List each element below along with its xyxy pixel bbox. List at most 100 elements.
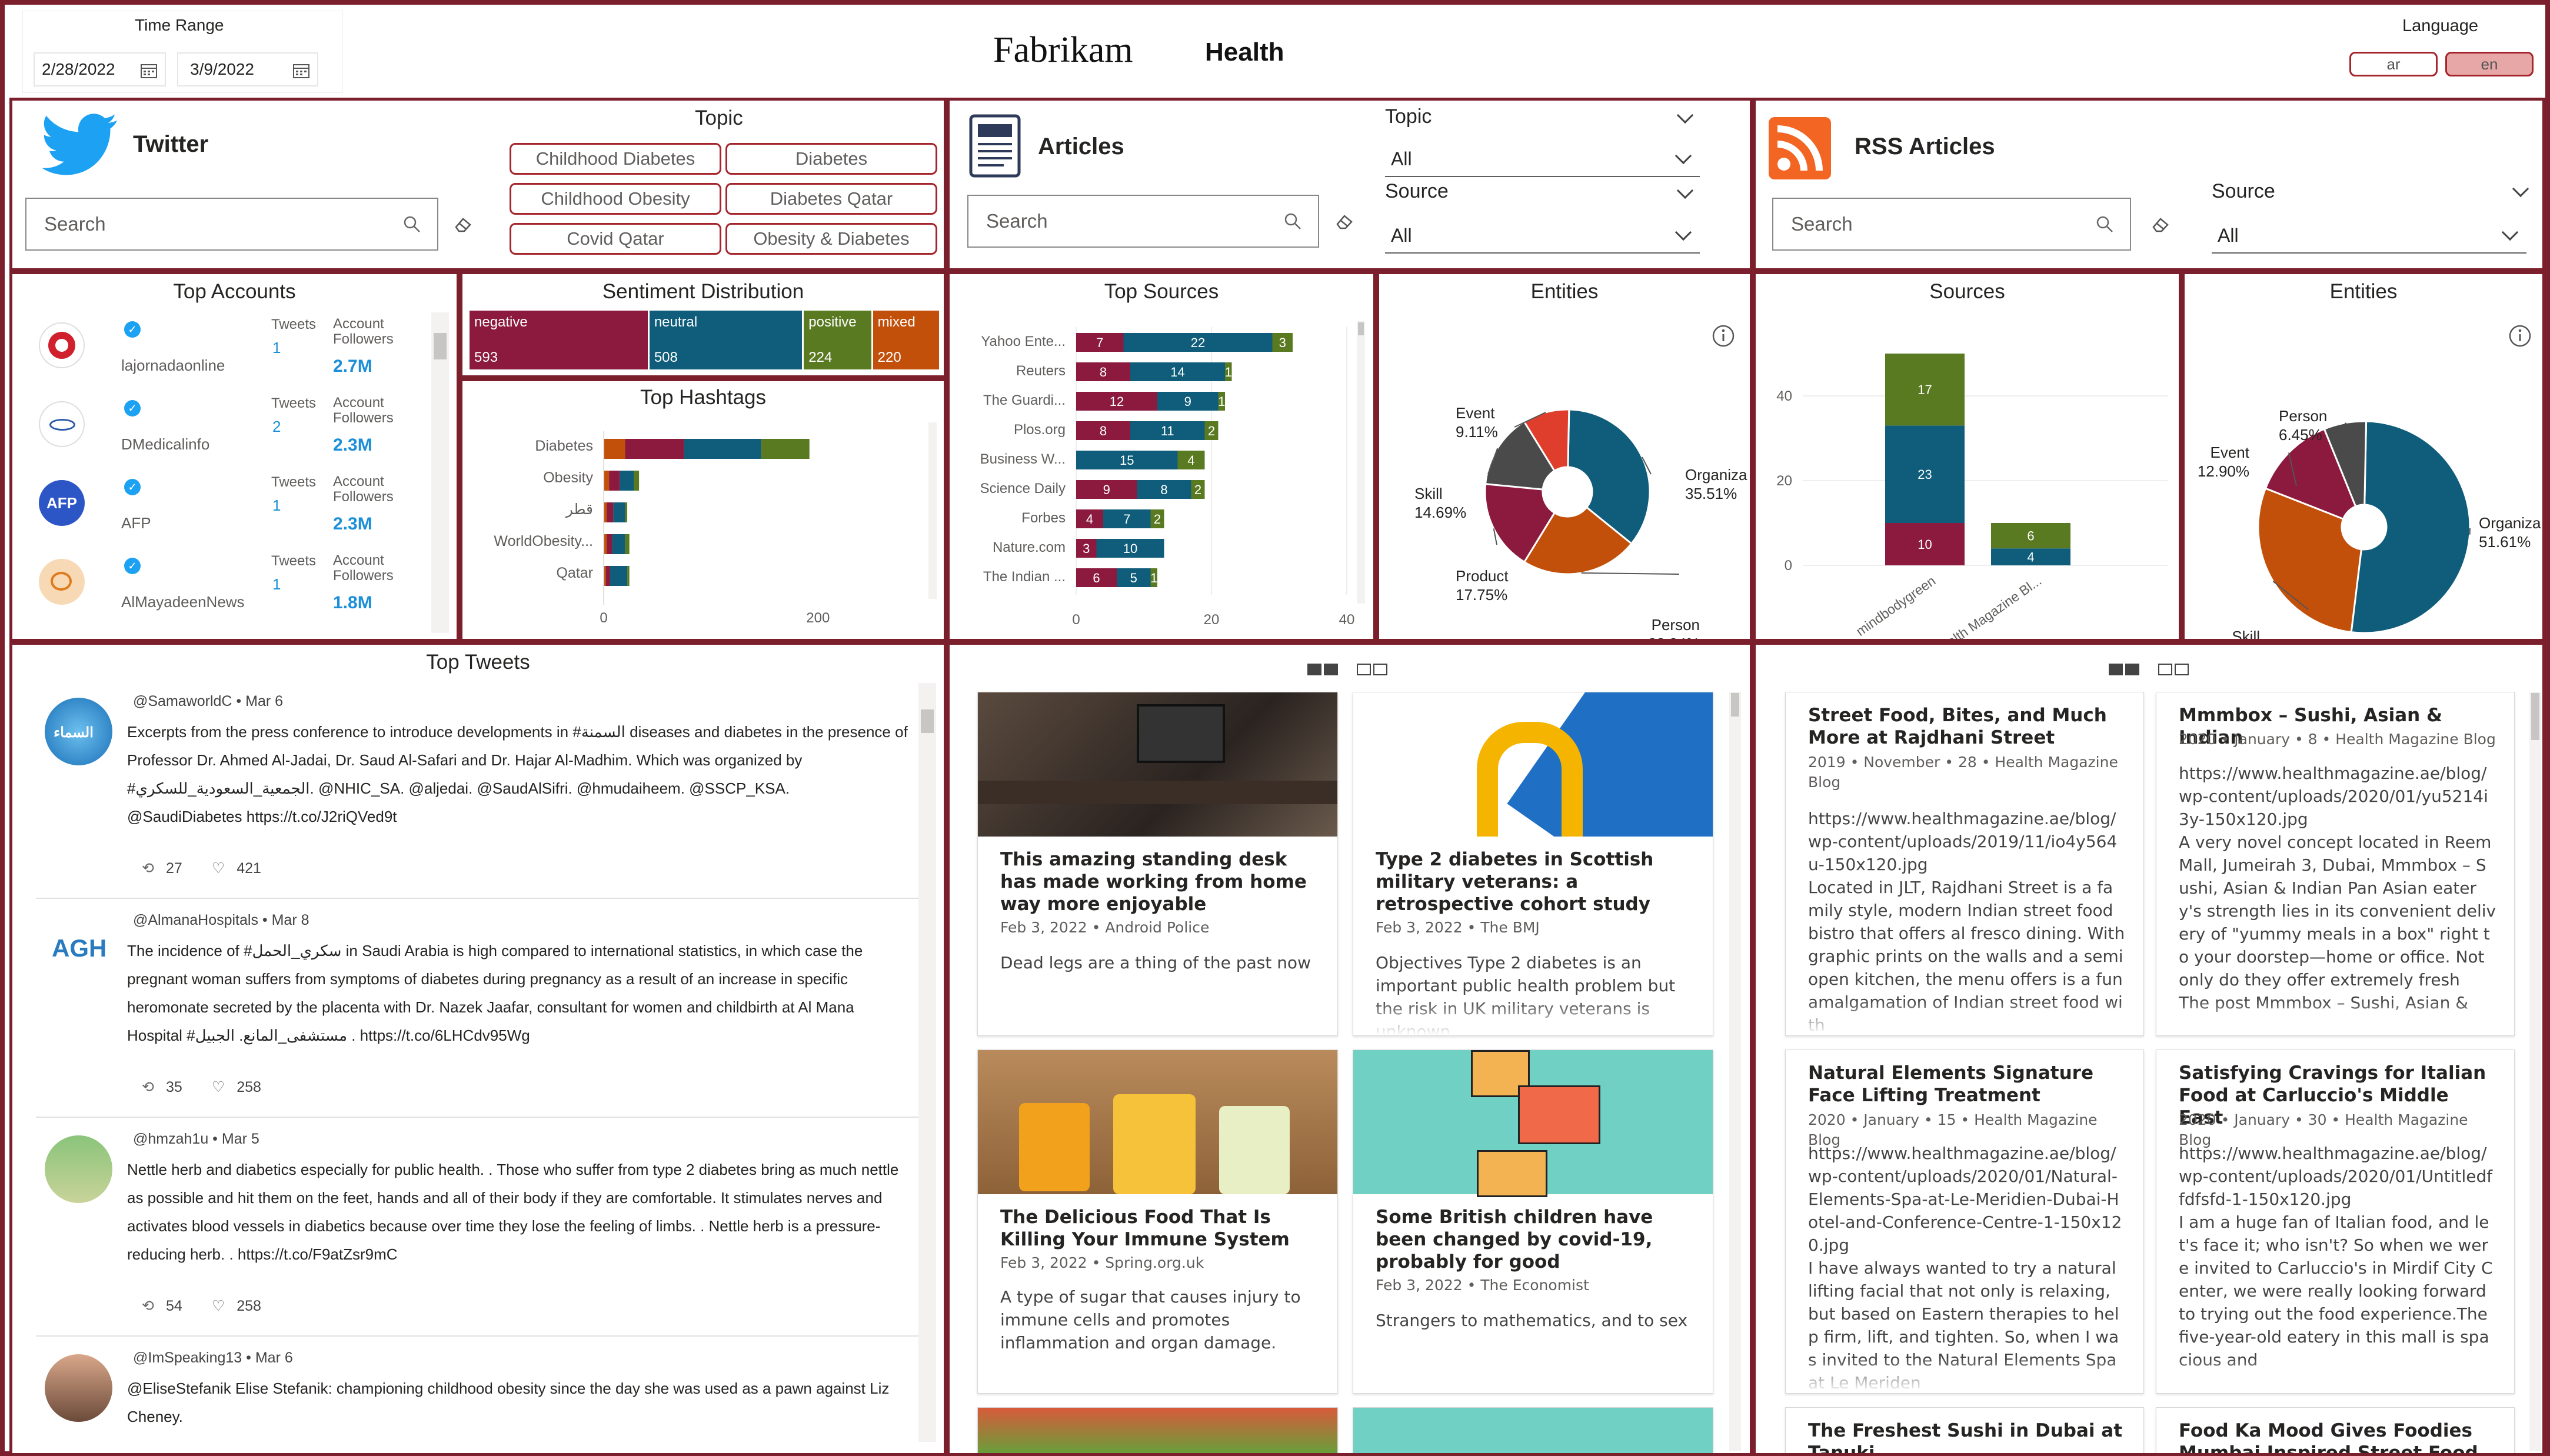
rss-title[interactable]: Street Food, Bites, and Much More at Raj… [1808, 704, 2126, 749]
chevron-down-icon[interactable] [1676, 182, 1694, 199]
topic-pill-diabetes-qatar[interactable]: Diabetes Qatar [725, 183, 937, 215]
articles-topic-dropdown[interactable]: All [1385, 142, 1700, 177]
hashtag-bar-segment [612, 534, 625, 554]
tweet-stats: ⟲ 54 ♡ 258 [142, 1297, 261, 1315]
like-icon[interactable]: ♡ [212, 859, 225, 877]
scrollbar[interactable] [918, 683, 936, 1442]
scrollbar-thumb[interactable] [921, 709, 934, 733]
followers-label: Account Followers [333, 474, 394, 505]
tweet-text: The incidence of #سكري_الحمل in Saudi Ar… [127, 942, 863, 1044]
scrollbar-thumb[interactable] [434, 333, 447, 359]
grid-view-icon[interactable] [1307, 664, 1338, 675]
scrollbar[interactable] [431, 312, 449, 633]
calendar-icon[interactable] [292, 62, 310, 79]
calendar-icon[interactable] [140, 62, 158, 79]
rss-search-input[interactable]: Search [1772, 198, 2131, 251]
topic-pill-childhood-diabetes[interactable]: Childhood Diabetes [510, 143, 721, 175]
articles-panel: Articles Search Topic All Source All [947, 98, 1753, 271]
lang-en-button[interactable]: en [2445, 52, 2534, 76]
account-row[interactable]: ✓ DMedicalinfo Tweets 2 Account Follower… [12, 388, 448, 467]
topic-pill-obesity-diabetes[interactable]: Obesity & Diabetes [725, 223, 937, 255]
search-icon[interactable] [403, 215, 421, 233]
article-title[interactable]: The Delicious Food That Is Killing Your … [1000, 1206, 1320, 1251]
article-card[interactable] [1353, 1407, 1713, 1453]
article-card[interactable]: The Delicious Food That Is Killing Your … [977, 1049, 1338, 1394]
tweet-handle: @ImSpeaking13 • Mar 6 [133, 1350, 293, 1366]
rss-card[interactable]: Natural Elements Signature Face Lifting … [1785, 1049, 2144, 1394]
topic-pill-diabetes[interactable]: Diabetes [725, 143, 937, 175]
article-card[interactable]: This amazing standing desk has made work… [977, 692, 1338, 1036]
twitter-search-input[interactable]: Search [25, 198, 438, 251]
eraser-icon[interactable] [1335, 212, 1355, 230]
article-card[interactable] [977, 1407, 1338, 1453]
category-label: Health Magazine Bl... [1930, 573, 2044, 639]
account-row[interactable]: ✓ AlMayadeenNews Tweets 1 Account Follow… [12, 546, 448, 625]
sentiment-neutral-tile[interactable]: neutral 508 [649, 311, 803, 369]
rss-card[interactable]: Street Food, Bites, and Much More at Raj… [1785, 692, 2144, 1036]
scrollbar-thumb[interactable] [1358, 322, 1364, 335]
rss-card[interactable]: Mmmbox – Sushi, Asian & Indian 2020 • Ja… [2156, 692, 2515, 1036]
scrollbar-thumb[interactable] [1731, 693, 1739, 717]
bar-value-label: 3 [1279, 335, 1286, 350]
hashtag-bar-segment [625, 439, 684, 459]
chevron-down-icon[interactable] [2512, 180, 2529, 198]
eraser-icon[interactable] [454, 215, 474, 233]
y-tick-label: 20 [1776, 473, 1792, 489]
tweet-item[interactable]: AGH @AlmanaHospitals • Mar 8 The inciden… [36, 899, 920, 1118]
tweet-item[interactable]: @ImSpeaking13 • Mar 6 @EliseStefanik Eli… [36, 1337, 920, 1453]
search-icon[interactable] [1284, 212, 1301, 230]
bar-value-label: 6 [2027, 529, 2034, 544]
search-icon[interactable] [2096, 215, 2113, 233]
sentiment-negative-tile[interactable]: negative 593 [470, 311, 648, 369]
grid-view-icon[interactable] [2109, 664, 2139, 675]
article-card[interactable]: Type 2 diabetes in Scottish military vet… [1353, 692, 1713, 1036]
article-title[interactable]: Some British children have been changed … [1376, 1206, 1695, 1273]
scrollbar[interactable] [1729, 692, 1741, 1451]
article-title[interactable]: Type 2 diabetes in Scottish military vet… [1376, 848, 1695, 915]
rss-source-dropdown[interactable]: All [2212, 218, 2526, 254]
sentiment-mixed-tile[interactable]: mixed 220 [873, 311, 939, 369]
articles-search-input[interactable]: Search [967, 195, 1319, 248]
list-view-icon[interactable] [1357, 664, 1387, 675]
slice-percent: 6.45% [2279, 426, 2322, 444]
like-icon[interactable]: ♡ [212, 1078, 225, 1096]
x-tick-label: 200 [806, 610, 830, 626]
article-title[interactable]: This amazing standing desk has made work… [1000, 848, 1320, 915]
retweet-icon[interactable]: ⟲ [142, 1078, 154, 1096]
eraser-icon[interactable] [2151, 215, 2171, 233]
rss-card[interactable]: Food Ka Mood Gives Foodies Mumbai Inspir… [2156, 1407, 2515, 1453]
bar-value-label: 15 [1120, 453, 1134, 468]
article-card[interactable]: Some British children have been changed … [1353, 1049, 1713, 1394]
account-row[interactable]: AFP ✓ AFP Tweets 1 Account Followers 2.3… [12, 467, 448, 546]
bar-value-label: 8 [1100, 424, 1107, 438]
scrollbar-thumb[interactable] [2531, 693, 2539, 740]
tweet-item[interactable]: السماء @SamaworldC • Mar 6 Excerpts from… [36, 680, 920, 899]
sentiment-positive-tile[interactable]: positive 224 [804, 311, 871, 369]
rss-title[interactable]: Food Ka Mood Gives Foodies Mumbai Inspir… [2179, 1420, 2496, 1453]
sources-rss-panel: Sources 0 20 40 10 23 17 mindbodygreen 4 6 Health… [1753, 271, 2182, 642]
rss-card[interactable]: Satisfying Cravings for Italian Food at … [2156, 1049, 2515, 1394]
articles-source-dropdown[interactable]: All [1385, 218, 1700, 254]
hashtag-bar-segment [634, 471, 640, 491]
retweet-icon[interactable]: ⟲ [142, 1297, 154, 1315]
scrollbar[interactable] [2529, 692, 2541, 1451]
scrollbar[interactable] [928, 422, 937, 599]
list-view-icon[interactable] [2158, 664, 2189, 675]
date-to-input[interactable]: 3/9/2022 [177, 52, 318, 86]
chevron-down-icon[interactable] [1676, 106, 1694, 124]
topic-pill-covid-qatar[interactable]: Covid Qatar [510, 223, 721, 255]
rss-card[interactable]: The Freshest Sushi in Dubai at Tanuki [1785, 1407, 2144, 1453]
rss-title[interactable]: Natural Elements Signature Face Lifting … [1808, 1062, 2126, 1107]
bar-value-label: 10 [1123, 541, 1137, 556]
source-label: Plos.org [1014, 422, 1066, 438]
topic-pill-childhood-obesity[interactable]: Childhood Obesity [510, 183, 721, 215]
tweet-item[interactable]: @hmzah1u • Mar 5 Nettle herb and diabeti… [36, 1118, 920, 1337]
date-from-value: 2/28/2022 [42, 60, 115, 78]
rss-title[interactable]: The Freshest Sushi in Dubai at Tanuki [1808, 1420, 2126, 1453]
lang-ar-button[interactable]: ar [2349, 52, 2438, 76]
date-from-input[interactable]: 2/28/2022 [34, 52, 166, 86]
account-row[interactable]: ✓ lajornadaonline Tweets 1 Account Follo… [12, 309, 448, 388]
retweet-icon[interactable]: ⟲ [142, 859, 154, 877]
scrollbar[interactable] [1357, 321, 1365, 604]
like-icon[interactable]: ♡ [212, 1297, 225, 1315]
